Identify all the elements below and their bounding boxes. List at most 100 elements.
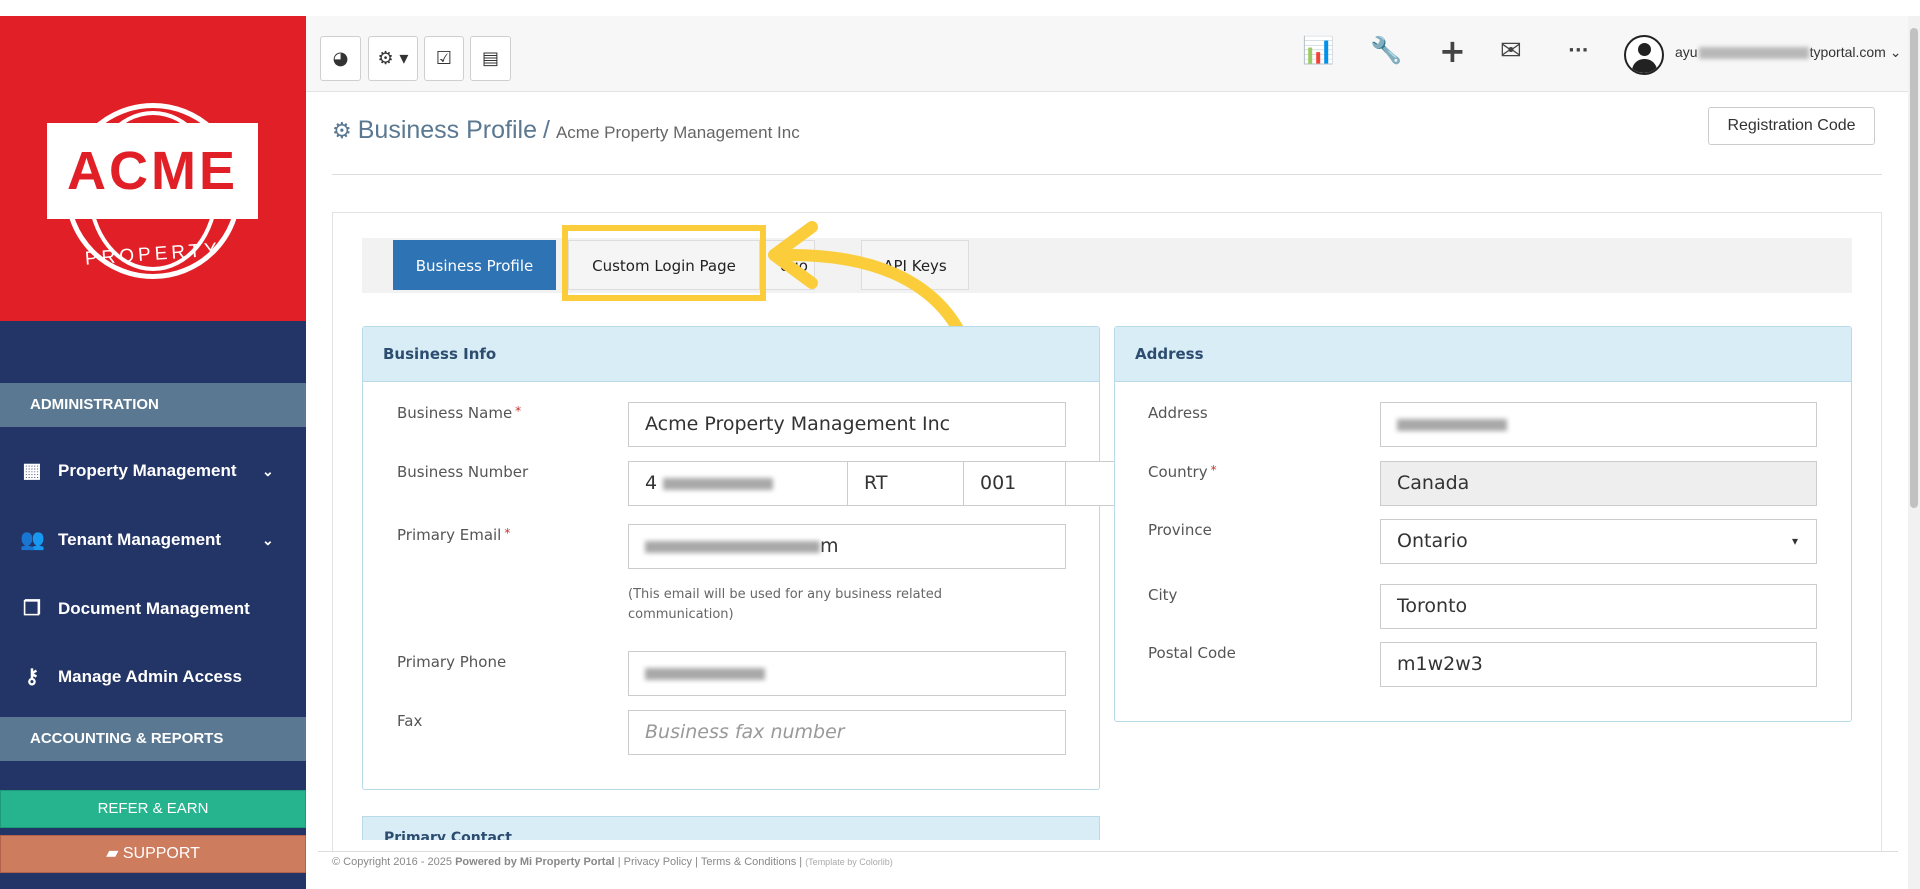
business-name-label: Business Name * <box>397 404 521 422</box>
redacted-email <box>1698 47 1809 60</box>
logo-text: ACME <box>67 141 238 201</box>
footer-template[interactable]: (Template by Colorlib) <box>805 857 893 867</box>
key-icon: ⚷ <box>24 666 40 688</box>
section-accounting-reports[interactable]: ACCOUNTING & REPORTS <box>0 717 306 761</box>
avatar-body <box>1632 59 1657 73</box>
sidebar-item-label: Document Management <box>58 599 250 618</box>
fax-input[interactable]: Business fax number <box>628 710 1066 755</box>
more-icon[interactable]: ··· <box>1568 36 1589 66</box>
redacted-address <box>1397 418 1507 431</box>
footer-divider <box>318 851 1898 852</box>
user-email-prefix: ayu <box>1675 44 1698 60</box>
avatar-head <box>1638 43 1651 56</box>
fax-label: Fax <box>397 712 423 730</box>
registration-code-button[interactable]: Registration Code <box>1708 107 1875 145</box>
breadcrumb-separator: / <box>542 116 550 144</box>
province-select[interactable]: Ontario ▾ <box>1380 519 1817 564</box>
business-number-input[interactable]: 4 <box>628 461 848 506</box>
footer-links[interactable]: | Privacy Policy | Terms & Conditions | <box>618 856 802 868</box>
sidebar-item-tenant-management[interactable]: 👥 Tenant Management ⌄ <box>0 514 306 566</box>
sidebar-item-label: Property Management <box>58 461 237 480</box>
province-value: Ontario <box>1397 530 1468 552</box>
user-menu[interactable]: ayu typortal.com ⌄ <box>1675 44 1901 61</box>
label-text: Primary Email <box>397 526 502 544</box>
city-label: City <box>1148 586 1178 604</box>
primary-email-label: Primary Email * <box>397 526 510 544</box>
wrench-icon[interactable]: 🔧 <box>1370 36 1402 66</box>
section-administration: ADMINISTRATION <box>0 383 306 427</box>
sidebar-item-label: Tenant Management <box>58 530 222 549</box>
business-number-rt-field[interactable]: RT <box>847 461 965 506</box>
calendar-check-icon: ☑ <box>435 48 453 69</box>
sidebar-item-property-management[interactable]: ▦ Property Management ⌄ <box>0 445 306 497</box>
scrollbar[interactable] <box>1908 16 1920 889</box>
email-suffix: m <box>820 535 839 557</box>
calculator-icon: ▤ <box>481 48 499 69</box>
label-text: Business Name <box>397 404 513 422</box>
page-subtitle: Acme Property Management Inc <box>555 123 800 142</box>
redacted-phone <box>645 667 765 680</box>
user-email-suffix: typortal.com <box>1809 44 1886 60</box>
dashboard-icon: ◕ <box>332 48 349 69</box>
settings-dropdown-button[interactable]: ⚙ ▾ <box>368 36 418 81</box>
primary-contact-heading: Primary Contact <box>384 830 512 840</box>
scrollbar-thumb[interactable] <box>1910 28 1918 508</box>
page-title: ⚙ Business Profile / Acme Property Manageme… <box>332 116 800 145</box>
bar-chart-icon[interactable]: 📊 <box>1302 36 1334 66</box>
country-field: Canada <box>1380 461 1817 506</box>
plus-icon[interactable]: + <box>1439 35 1466 67</box>
logo-area[interactable]: ACME PROPERTY <box>0 16 306 321</box>
app-root: ACME PROPERTY ADMINISTRATION ▦ Property … <box>0 0 1920 889</box>
envelope-icon[interactable]: ✉ <box>1500 36 1522 66</box>
tab-business-profile[interactable]: Business Profile <box>393 240 556 290</box>
primary-email-input[interactable]: m <box>628 524 1066 569</box>
gear-dropdown-icon: ⚙ ▾ <box>377 48 409 69</box>
required-mark: * <box>504 526 511 540</box>
city-input[interactable]: Toronto <box>1380 584 1817 629</box>
caret-down-icon: ▾ <box>1791 534 1798 548</box>
sidebar-item-manage-admin-access[interactable]: ⚷ Manage Admin Access <box>0 651 306 703</box>
gear-icon: ⚙ <box>332 118 352 143</box>
sidebar-item-document-management[interactable]: ❐ Document Management <box>0 583 306 635</box>
tab-highlight-box <box>562 225 766 301</box>
documents-icon: ❐ <box>23 598 41 620</box>
footer-powered[interactable]: Powered by Mi Property Portal <box>455 856 615 868</box>
redacted-email <box>645 540 820 553</box>
primary-phone-input[interactable] <box>628 651 1066 696</box>
avatar[interactable] <box>1624 35 1664 75</box>
footer-copyright: © Copyright 2016 - 2025 <box>332 856 453 868</box>
address-input[interactable] <box>1380 402 1817 447</box>
business-number-suffix-input[interactable]: 001 <box>963 461 1067 506</box>
divider <box>332 174 1882 175</box>
postal-code-label: Postal Code <box>1148 644 1236 662</box>
province-label: Province <box>1148 521 1212 539</box>
users-icon: 👥 <box>20 529 45 551</box>
business-name-input[interactable]: Acme Property Management Inc <box>628 402 1066 447</box>
postal-code-input[interactable]: m1w2w3 <box>1380 642 1817 687</box>
primary-phone-label: Primary Phone <box>397 653 507 671</box>
email-help-text: (This email will be used for any busines… <box>628 587 942 622</box>
country-label: Country * <box>1148 463 1217 481</box>
required-mark: * <box>1210 463 1217 477</box>
chevron-down-icon: ⌄ <box>262 532 274 548</box>
redacted-business-number <box>663 477 774 490</box>
sidebar-item-label: Manage Admin Access <box>58 667 242 686</box>
footer: © Copyright 2016 - 2025 Powered by Mi Pr… <box>332 856 893 868</box>
business-number-extra-input[interactable] <box>1065 461 1115 506</box>
refer-earn-button[interactable]: REFER & EARN <box>0 790 306 828</box>
business-number-label: Business Number <box>397 463 529 481</box>
building-icon: ▦ <box>22 460 42 482</box>
page-title-text: Business Profile <box>357 116 537 144</box>
book-icon: ▰ <box>106 845 123 862</box>
required-mark: * <box>515 404 522 418</box>
calculator-button[interactable]: ▤ <box>470 36 511 81</box>
support-label: SUPPORT <box>122 845 200 862</box>
dashboard-button[interactable]: ◕ <box>320 36 361 81</box>
calendar-button[interactable]: ☑ <box>424 36 464 81</box>
address-heading: Address <box>1115 327 1851 382</box>
label-text: Country <box>1148 463 1208 481</box>
business-info-heading: Business Info <box>363 327 1099 382</box>
top-bar: ◕ ⚙ ▾ ☑ ▤ 📊 🔧 + ✉ ··· ayu typortal.com ⌄ <box>306 16 1910 92</box>
support-button[interactable]: ▰ SUPPORT <box>0 835 306 873</box>
chevron-down-icon: ⌄ <box>1889 44 1902 60</box>
